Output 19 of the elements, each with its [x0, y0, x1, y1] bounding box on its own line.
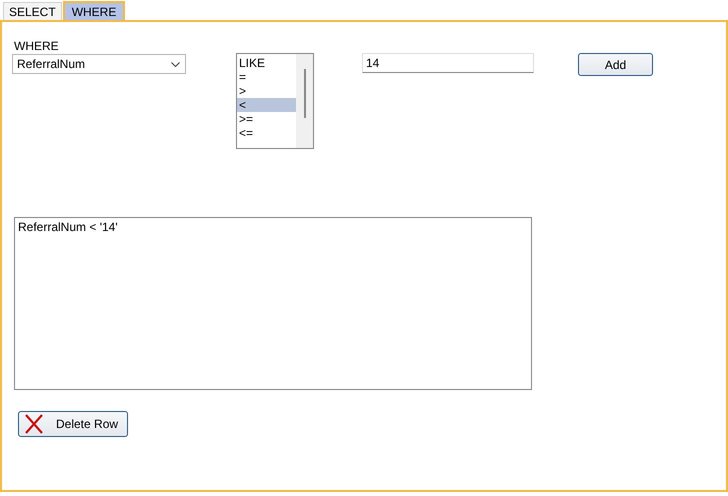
where-label: WHERE — [14, 39, 60, 55]
tab[interactable]: WHERE — [62, 1, 126, 20]
list-item[interactable]: < — [237, 98, 296, 112]
list-item[interactable]: LIKE — [237, 56, 296, 70]
field-dropdown[interactable]: ReferralNum — [12, 54, 186, 74]
operator-list[interactable]: LIKE = > < >= <= — [236, 53, 314, 149]
chevron-down-icon — [171, 62, 180, 66]
add-button[interactable]: Add — [578, 53, 653, 76]
delete-row-button[interactable]: Delete Row — [18, 411, 128, 437]
clause-list[interactable]: ReferralNum < '14' — [14, 217, 532, 390]
clause-item[interactable]: ReferralNum < '14' — [18, 220, 528, 235]
cross-icon — [24, 414, 44, 434]
list-item[interactable]: >= — [237, 112, 296, 126]
scrollbar[interactable] — [296, 54, 313, 148]
list-item[interactable]: <= — [237, 126, 296, 140]
tab[interactable]: SELECT — [3, 2, 62, 20]
list-item[interactable]: = — [237, 70, 296, 84]
list-item[interactable]: > — [237, 84, 296, 98]
value-field[interactable]: 14 — [362, 53, 534, 73]
